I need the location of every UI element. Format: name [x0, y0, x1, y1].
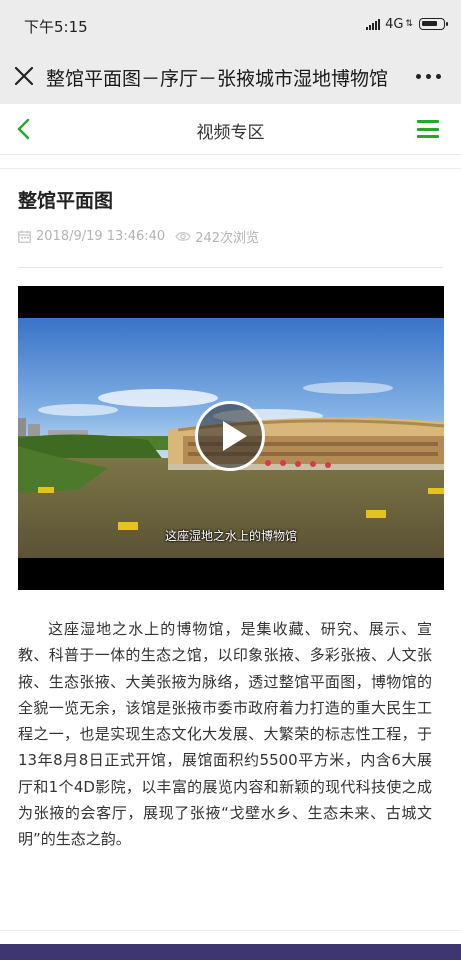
article-meta: 2018/9/19 13:46:40 242次浏览 — [18, 227, 259, 246]
article-title: 整馆平面图 — [18, 190, 114, 212]
network-arrows-icon: ⇅ — [405, 18, 413, 29]
network-type: 4G — [385, 16, 404, 32]
bottom-bar — [0, 944, 461, 960]
browser-title-bar: 整馆平面图－序厅－张掖城市湿地博物馆 — [0, 48, 461, 104]
article-body: 这座湿地之水上的博物馆，是集收藏、研究、展示、宣教、科普于一体的生态之馆，以印象… — [18, 616, 432, 853]
play-icon[interactable] — [195, 401, 265, 471]
video-subtitle: 这座湿地之水上的博物馆 — [164, 529, 297, 543]
battery-icon — [419, 18, 448, 30]
article-date: 2018/9/19 13:46:40 — [36, 229, 166, 244]
article-paragraph: 这座湿地之水上的博物馆，是集收藏、研究、展示、宣教、科普于一体的生态之馆，以印象… — [18, 620, 432, 849]
eye-icon — [175, 232, 191, 241]
view-count: 242次浏览 — [195, 231, 260, 246]
section-title: 视频专区 — [196, 123, 265, 143]
video-player[interactable]: 这座湿地之水上的博物馆 — [18, 286, 444, 590]
more-icon[interactable] — [411, 74, 441, 79]
divider — [18, 267, 443, 268]
divider — [0, 930, 461, 931]
status-time: 下午5:15 — [24, 18, 88, 36]
status-bar: 下午5:15 4G ⇅ — [0, 0, 461, 48]
menu-icon[interactable] — [417, 120, 439, 138]
calendar-icon — [18, 230, 31, 243]
divider — [0, 168, 461, 169]
page-title: 整馆平面图－序厅－张掖城市湿地博物馆 — [46, 68, 389, 90]
section-header: 视频专区 — [0, 104, 461, 155]
close-icon[interactable] — [13, 65, 35, 87]
signal-icon — [366, 18, 381, 30]
status-icons: 4G ⇅ — [366, 15, 448, 33]
